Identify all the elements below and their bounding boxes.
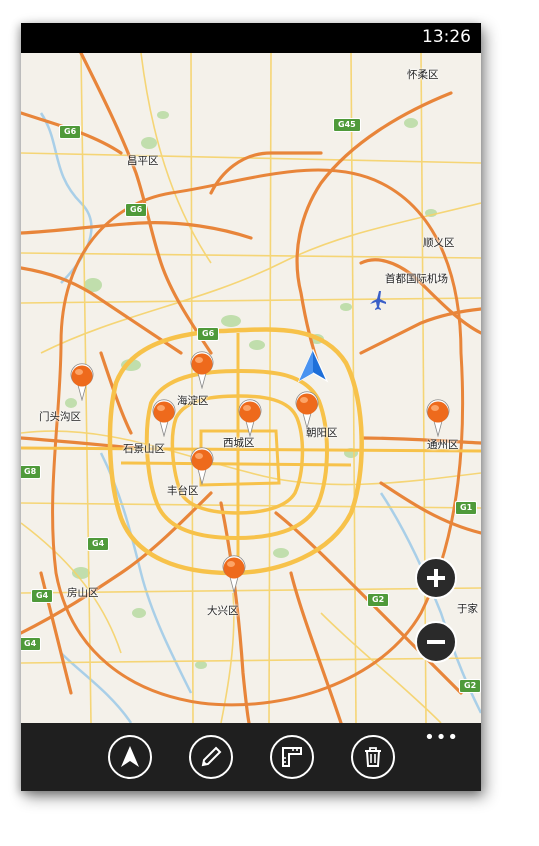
- place-label-airport: 首都国际机场: [385, 273, 448, 285]
- place-label-mentougou: 门头沟区: [39, 411, 81, 423]
- place-label-xicheng: 西城区: [223, 437, 255, 449]
- orange-map-pin-icon: [222, 555, 246, 593]
- minus-icon: [427, 640, 445, 644]
- place-label-edge: 于家: [457, 603, 478, 615]
- route-shield-g8: G8: [21, 465, 42, 479]
- map-pin-shijingshan[interactable]: [151, 399, 177, 437]
- current-location-marker: [297, 349, 329, 383]
- place-label-fengtai: 丰台区: [167, 485, 199, 497]
- navigation-arrow-icon: [297, 349, 329, 383]
- map-view[interactable]: G6 G45 G6 G6 G4 G4 G1 G2 G2 G8 G4 怀柔区 昌平…: [21, 53, 481, 723]
- place-label-changping: 昌平区: [127, 155, 159, 167]
- pen-icon: [201, 746, 222, 767]
- orange-map-pin-icon: [426, 399, 450, 437]
- route-shield-g1: G1: [455, 501, 478, 515]
- measure-button[interactable]: [270, 735, 314, 779]
- orange-map-pin-icon: [238, 399, 262, 437]
- map-pin-haidian[interactable]: [189, 351, 215, 389]
- route-shield-g2: G2: [367, 593, 390, 607]
- map-pin-daxing[interactable]: [221, 555, 247, 593]
- zoom-in-button[interactable]: [415, 557, 457, 599]
- map-pin-chaoyang[interactable]: [294, 391, 320, 429]
- map-pin-mentougou[interactable]: [69, 363, 95, 401]
- orange-map-pin-icon: [190, 351, 214, 389]
- trash-icon: [365, 747, 381, 767]
- ruler-icon: [282, 747, 302, 767]
- route-shield-g4: G4: [21, 637, 42, 651]
- phone-screen: 13:26 G6 G45 G6 G6 G4 G4 G1 G2 G2 G8 G4 …: [21, 23, 481, 791]
- route-shield-g45: G45: [333, 118, 361, 132]
- route-shield-g4: G4: [31, 589, 54, 603]
- zoom-out-button[interactable]: [415, 621, 457, 663]
- status-bar: 13:26: [21, 23, 481, 53]
- place-label-fangshan: 房山区: [67, 587, 99, 599]
- route-shield-g6: G6: [125, 203, 148, 217]
- status-time: 13:26: [422, 27, 471, 47]
- route-shield-g6: G6: [197, 327, 220, 341]
- place-label-daxing: 大兴区: [207, 605, 239, 617]
- orange-map-pin-icon: [152, 399, 176, 437]
- delete-button[interactable]: [351, 735, 395, 779]
- more-options-button[interactable]: •••: [424, 727, 459, 748]
- orange-map-pin-icon: [190, 447, 214, 485]
- place-label-tongzhou: 通州区: [427, 439, 459, 451]
- place-label-huairou: 怀柔区: [407, 69, 439, 81]
- navigate-icon: [121, 746, 139, 767]
- plus-icon: [427, 569, 445, 587]
- application-bar: •••: [21, 723, 481, 791]
- navigate-button[interactable]: [108, 735, 152, 779]
- place-label-shunyi: 顺义区: [423, 237, 455, 249]
- place-label-shijingshan: 石景山区: [123, 443, 165, 455]
- map-pin-xicheng[interactable]: [237, 399, 263, 437]
- draw-button[interactable]: [189, 735, 233, 779]
- route-shield-g4: G4: [87, 537, 110, 551]
- route-shield-g2: G2: [459, 679, 481, 693]
- orange-map-pin-icon: [295, 391, 319, 429]
- map-pin-tongzhou[interactable]: [425, 399, 451, 437]
- map-pin-fengtai[interactable]: [189, 447, 215, 485]
- route-shield-g6: G6: [59, 125, 82, 139]
- orange-map-pin-icon: [70, 363, 94, 401]
- place-label-haidian: 海淀区: [177, 395, 209, 407]
